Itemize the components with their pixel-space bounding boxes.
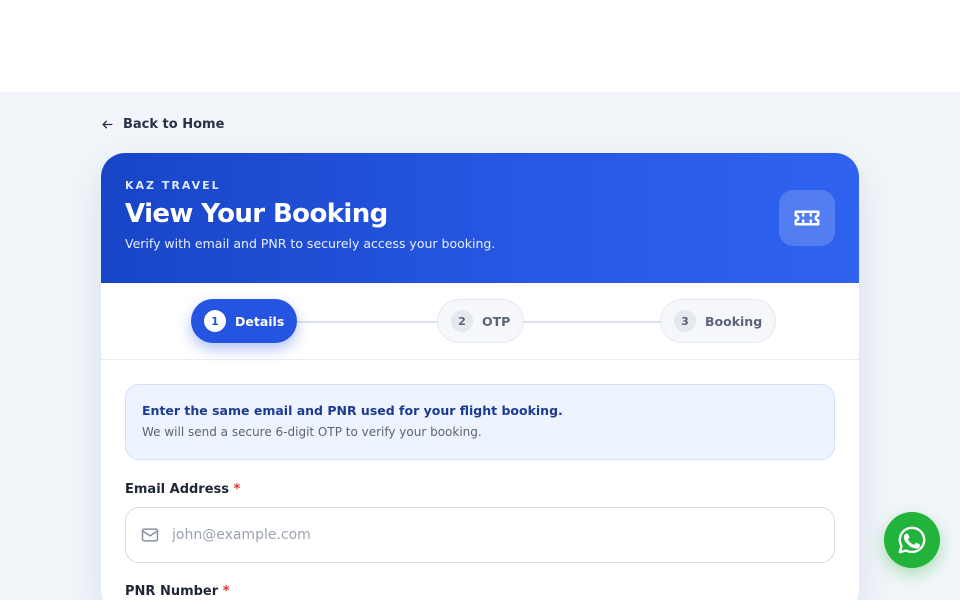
step-number: 1 xyxy=(204,310,226,332)
mail-icon xyxy=(141,528,159,542)
step-otp[interactable]: 2 OTP xyxy=(437,299,525,343)
step-label: Details xyxy=(235,313,285,329)
pnr-label: PNR Number * xyxy=(125,584,230,599)
email-input[interactable] xyxy=(172,527,772,543)
ticket-badge xyxy=(779,190,835,246)
step-connector xyxy=(519,321,665,323)
page-subtitle: Verify with email and PNR to securely ac… xyxy=(125,236,496,251)
required-asterisk: * xyxy=(233,482,241,497)
step-label: OTP xyxy=(482,313,511,329)
email-label-text: Email Address xyxy=(125,482,230,497)
email-field-wrapper xyxy=(125,507,835,563)
back-to-home-link[interactable]: Back to Home xyxy=(101,117,224,132)
top-navbar xyxy=(0,0,960,92)
info-title: Enter the same email and PNR used for yo… xyxy=(142,403,563,418)
info-text: We will send a secure 6-digit OTP to ver… xyxy=(142,425,482,439)
arrow-left-icon xyxy=(102,120,113,129)
email-label: Email Address * xyxy=(125,482,240,497)
info-callout: Enter the same email and PNR used for yo… xyxy=(125,384,835,460)
booking-card: KAZ TRAVEL View Your Booking Verify with… xyxy=(101,153,859,600)
whatsapp-chat-button[interactable] xyxy=(884,512,940,568)
back-to-home-label: Back to Home xyxy=(123,117,225,132)
card-header: KAZ TRAVEL View Your Booking Verify with… xyxy=(101,153,859,283)
whatsapp-icon xyxy=(898,526,926,554)
progress-stepper: 1 Details 2 OTP 3 Booking xyxy=(101,283,859,360)
pnr-label-text: PNR Number xyxy=(125,584,219,599)
step-number: 2 xyxy=(451,310,473,332)
step-number: 3 xyxy=(674,310,696,332)
brand-name: KAZ TRAVEL xyxy=(125,179,221,192)
ticket-icon xyxy=(794,210,820,226)
page-title: View Your Booking xyxy=(125,199,388,229)
step-booking[interactable]: 3 Booking xyxy=(660,299,777,343)
step-details[interactable]: 1 Details xyxy=(191,299,298,343)
step-label: Booking xyxy=(705,313,763,329)
required-asterisk: * xyxy=(222,584,230,599)
step-connector xyxy=(291,321,441,323)
